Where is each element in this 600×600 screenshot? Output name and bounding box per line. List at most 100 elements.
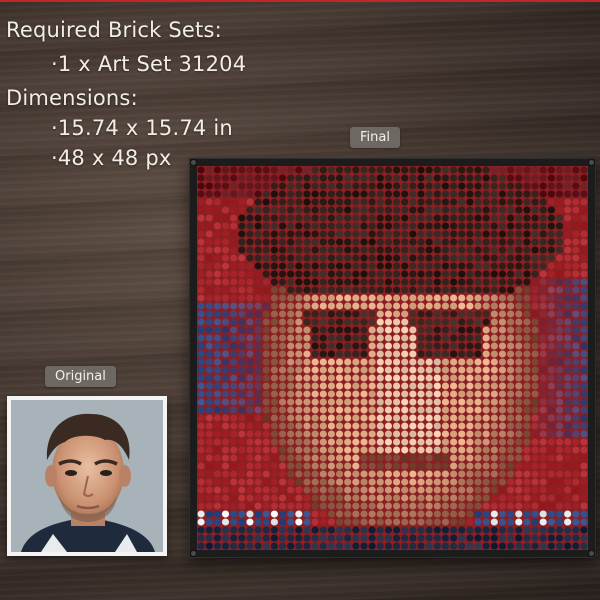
mosaic-stud [531,238,539,246]
mosaic-stud [482,286,490,294]
mosaic-stud [270,414,278,422]
mosaic-stud [376,382,384,390]
mosaic-stud [515,326,523,334]
mosaic-stud [507,502,515,510]
mosaic-stud [384,446,393,454]
mosaic-stud [547,502,555,510]
mosaic-stud [319,278,327,286]
mosaic-stud [555,414,564,422]
mosaic-stud [392,206,401,214]
mosaic-stud [425,302,433,310]
mosaic-stud [295,350,303,358]
mosaic-stud [335,350,344,358]
mosaic-stud [221,526,230,534]
mosaic-stud [392,230,401,238]
mosaic-stud [498,310,507,318]
mosaic-stud [238,238,246,246]
mosaic-stud [327,462,335,470]
mosaic-stud [490,326,498,334]
mosaic-stud [555,534,564,542]
mosaic-stud [441,262,450,270]
mosaic-stud [344,358,352,366]
mosaic-stud [335,390,344,398]
mosaic-stud [547,342,555,350]
mosaic-stud [482,342,490,350]
mosaic-stud [278,302,287,310]
mosaic-stud [205,182,213,190]
mosaic-stud [197,470,205,478]
mosaic-stud [213,214,221,222]
mosaic-stud [515,454,523,462]
mosaic-stud [303,206,311,214]
mosaic-stud [547,198,555,206]
mosaic-stud [278,318,287,326]
mosaic-stud [360,542,368,550]
mosaic-stud [238,278,246,286]
mosaic-stud [384,326,393,334]
mosaic-stud [278,230,287,238]
mosaic-stud [523,238,531,246]
mosaic-stud [474,470,482,478]
mosaic-stud [368,174,376,182]
mosaic-stud [319,310,327,318]
mosaic-stud [539,230,547,238]
mosaic-stud [270,174,278,182]
mosaic-stud [572,174,580,182]
mosaic-stud [498,502,507,510]
mosaic-stud [278,254,287,262]
mosaic-stud [515,390,523,398]
mosaic-stud [531,286,539,294]
mosaic-stud [368,406,376,414]
mosaic-stud [319,438,327,446]
mosaic-stud [572,230,580,238]
mosaic-stud [238,358,246,366]
mosaic-stud [352,198,360,206]
mosaic-stud [352,430,360,438]
mosaic-stud [254,270,262,278]
mosaic-stud [238,174,246,182]
mosaic-stud [450,246,458,254]
mosaic-stud [384,278,393,286]
mosaic-stud [205,398,213,406]
mosaic-stud [564,206,572,214]
mosaic-stud [580,326,588,334]
mosaic-stud [409,358,417,366]
mosaic-stud [425,174,433,182]
mosaic-stud [450,214,458,222]
mosaic-stud [303,246,311,254]
mosaic-stud [319,342,327,350]
mosaic-stud [547,478,555,486]
mosaic-stud [270,454,278,462]
mosaic-stud [555,478,564,486]
mosaic-stud [482,446,490,454]
mosaic-stud [474,174,482,182]
mosaic-stud [401,414,409,422]
mosaic-stud [409,214,417,222]
mosaic-stud [238,206,246,214]
mosaic-stud [531,510,539,518]
mosaic-stud [352,478,360,486]
mosaic-stud [425,422,433,430]
mosaic-stud [392,246,401,254]
dimension-pixels: ·48 x 48 px [51,146,172,170]
mosaic-stud [262,358,270,366]
mosaic-stud [287,438,295,446]
mosaic-stud [401,182,409,190]
mosaic-stud [523,494,531,502]
mosaic-stud [197,222,205,230]
mosaic-stud [197,358,205,366]
mosaic-stud [344,286,352,294]
mosaic-stud [547,470,555,478]
mosaic-stud [580,366,588,374]
mosaic-stud [295,390,303,398]
mosaic-stud [319,414,327,422]
mosaic-stud [287,486,295,494]
mosaic-stud [498,270,507,278]
mosaic-stud [531,230,539,238]
mosaic-stud [580,174,588,182]
mosaic-stud [327,486,335,494]
mosaic-stud [360,446,368,454]
mosaic-stud [344,214,352,222]
mosaic-stud [360,518,368,526]
mosaic-stud [458,334,466,342]
